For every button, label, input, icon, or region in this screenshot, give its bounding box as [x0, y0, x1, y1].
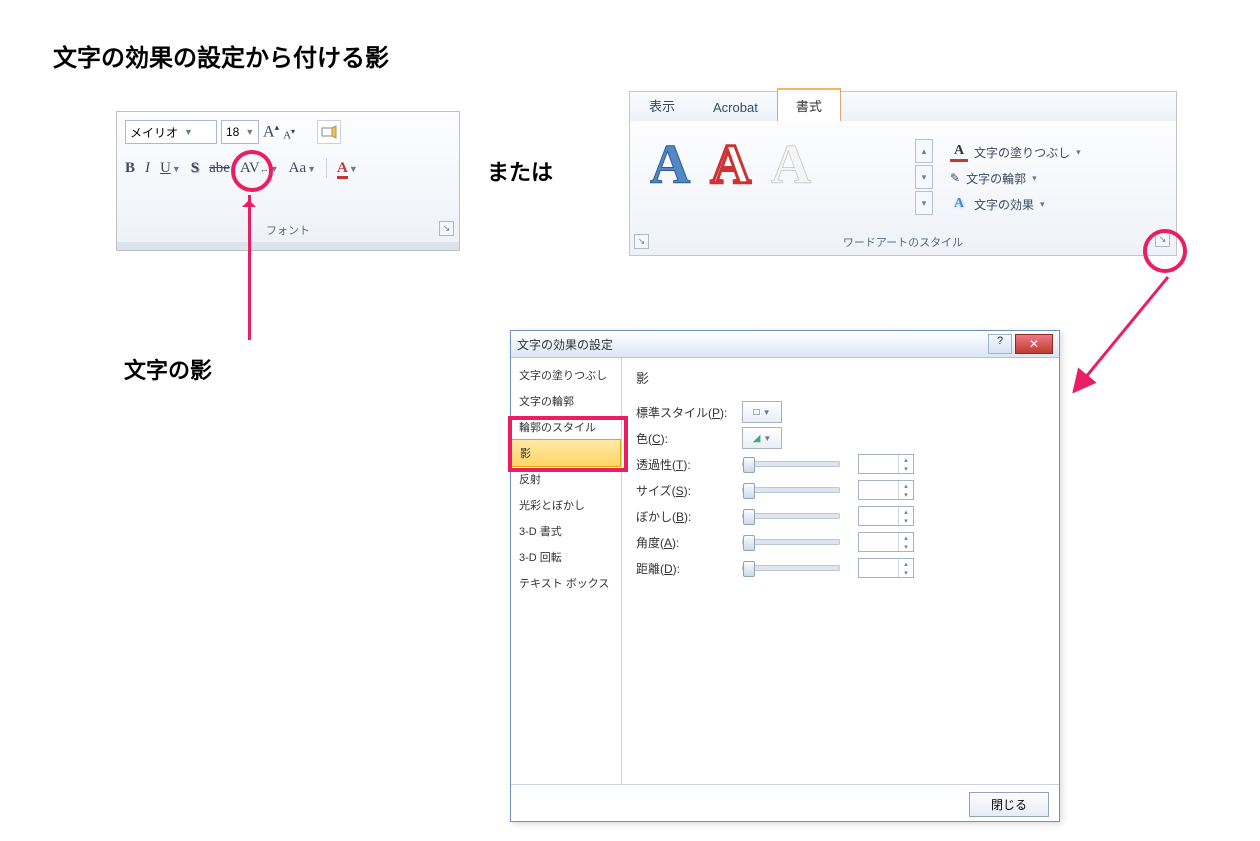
sidebar-item-3d-format[interactable]: 3-D 書式: [511, 518, 621, 544]
distance-spinner[interactable]: ▴▾: [858, 558, 914, 578]
dialog-sidebar: 文字の塗りつぶし 文字の輪郭 輪郭のスタイル 影 反射 光彩とぼかし 3-D 書…: [511, 358, 622, 784]
blur-slider[interactable]: [742, 513, 840, 519]
gallery-down-button[interactable]: ▾: [915, 165, 933, 189]
ribbon-section: 表示 Acrobat 書式 A A A ▴ ▾ ▾ A文字の塗りつぶし▾ ✎文字…: [629, 91, 1177, 256]
bold-button[interactable]: B: [125, 160, 135, 177]
angle-slider[interactable]: [742, 539, 840, 545]
shrink-font-button[interactable]: A▾: [283, 123, 295, 142]
font-mini-toolbar: メイリオ▼ 18▼ A▴ A▾ B I U▼ S abe AV↔▼ Aa▼ A▼…: [116, 111, 460, 251]
sidebar-item-outline[interactable]: 文字の輪郭: [511, 388, 621, 414]
text-shadow-button[interactable]: S: [191, 160, 199, 177]
arrow-annotation: [248, 195, 251, 340]
paint-bucket-icon: ◢: [753, 433, 761, 444]
chevron-down-icon: ▾: [1040, 199, 1045, 210]
dialog-launcher-icon[interactable]: ↘: [439, 221, 454, 236]
tab-view[interactable]: 表示: [630, 89, 694, 121]
chevron-down-icon: ▼: [184, 127, 193, 137]
gallery-up-button[interactable]: ▴: [915, 139, 933, 163]
distance-slider[interactable]: [742, 565, 840, 571]
sidebar-item-shadow[interactable]: 影: [511, 439, 621, 467]
grow-font-button[interactable]: A▴: [263, 122, 279, 141]
preset-dropdown[interactable]: □▼: [742, 401, 782, 423]
clear-format-button[interactable]: [317, 120, 341, 144]
italic-button[interactable]: I: [145, 160, 150, 177]
wordart-gallery[interactable]: A A A: [650, 133, 811, 197]
underline-button[interactable]: U: [160, 160, 171, 176]
dialog-title-text: 文字の効果の設定: [517, 336, 613, 353]
tab-acrobat[interactable]: Acrobat: [694, 93, 777, 121]
text-fill-icon: A: [950, 143, 968, 162]
panel-heading: 影: [636, 368, 1045, 387]
group-label-font: フォント: [117, 222, 459, 238]
sidebar-item-textbox[interactable]: テキスト ボックス: [511, 570, 621, 596]
text-effect-icon: A: [950, 196, 968, 212]
label-color: 色(C):: [636, 430, 734, 447]
close-button[interactable]: ✕: [1015, 334, 1053, 354]
sidebar-item-fill[interactable]: 文字の塗りつぶし: [511, 362, 621, 388]
angle-spinner[interactable]: ▴▾: [858, 532, 914, 552]
color-dropdown[interactable]: ◢▼: [742, 427, 782, 449]
label-transparency: 透過性(T):: [636, 456, 734, 473]
chevron-down-icon: ▼: [245, 127, 254, 137]
chevron-down-icon: ▾: [1076, 147, 1081, 158]
help-button[interactable]: ?: [988, 334, 1012, 354]
dialog-titlebar[interactable]: 文字の効果の設定 ? ✕: [511, 331, 1059, 358]
close-dialog-button[interactable]: 閉じる: [969, 792, 1049, 817]
square-icon: □: [754, 407, 760, 418]
change-case-button[interactable]: Aa: [289, 160, 307, 176]
callout-label: 文字の影: [124, 353, 212, 385]
wordart-preset-blue[interactable]: A: [650, 133, 690, 197]
size-spinner[interactable]: ▴▾: [858, 480, 914, 500]
wordart-preset-white[interactable]: A: [771, 133, 811, 197]
dialog-launcher-icon[interactable]: ↘: [634, 234, 649, 249]
font-name-dropdown[interactable]: メイリオ▼: [125, 120, 217, 144]
text-fill-menu[interactable]: A文字の塗りつぶし▾: [950, 139, 1081, 165]
sidebar-item-reflection[interactable]: 反射: [511, 466, 621, 492]
size-slider[interactable]: [742, 487, 840, 493]
page-title: 文字の効果の設定から付ける影: [53, 38, 389, 73]
label-size: サイズ(S):: [636, 482, 734, 499]
label-distance: 距離(D):: [636, 560, 734, 577]
gallery-more-button[interactable]: ▾: [915, 191, 933, 215]
font-size-dropdown[interactable]: 18▼: [221, 120, 259, 144]
wordart-preset-red[interactable]: A: [710, 133, 750, 197]
text-effects-dialog: 文字の効果の設定 ? ✕ 文字の塗りつぶし 文字の輪郭 輪郭のスタイル 影 反射…: [510, 330, 1060, 822]
blur-spinner[interactable]: ▴▾: [858, 506, 914, 526]
sidebar-item-3d-rotation[interactable]: 3-D 回転: [511, 544, 621, 570]
dialog-launcher-icon[interactable]: ↘: [1155, 232, 1170, 247]
font-color-button[interactable]: A: [337, 160, 348, 179]
text-effects-menu[interactable]: A文字の効果▾: [950, 191, 1081, 217]
text-outline-menu[interactable]: ✎文字の輪郭▾: [950, 165, 1081, 191]
transparency-slider[interactable]: [742, 461, 840, 467]
arrow-annotation: [1068, 273, 1178, 393]
char-spacing-button[interactable]: AV↔: [240, 160, 269, 176]
tab-format[interactable]: 書式: [777, 88, 841, 121]
transparency-spinner[interactable]: ▴▾: [858, 454, 914, 474]
or-label: または: [487, 155, 553, 187]
label-preset: 標準スタイル(P):: [636, 404, 734, 421]
chevron-down-icon: ▾: [1032, 173, 1037, 184]
label-angle: 角度(A):: [636, 534, 734, 551]
strikethrough-button[interactable]: abe: [209, 160, 230, 177]
pen-icon: ✎: [950, 171, 960, 185]
group-label-wordart: ワードアートのスタイル: [630, 234, 1176, 250]
sidebar-item-outline-style[interactable]: 輪郭のスタイル: [511, 414, 621, 440]
sidebar-item-glow[interactable]: 光彩とぼかし: [511, 492, 621, 518]
label-blur: ぼかし(B):: [636, 508, 734, 525]
